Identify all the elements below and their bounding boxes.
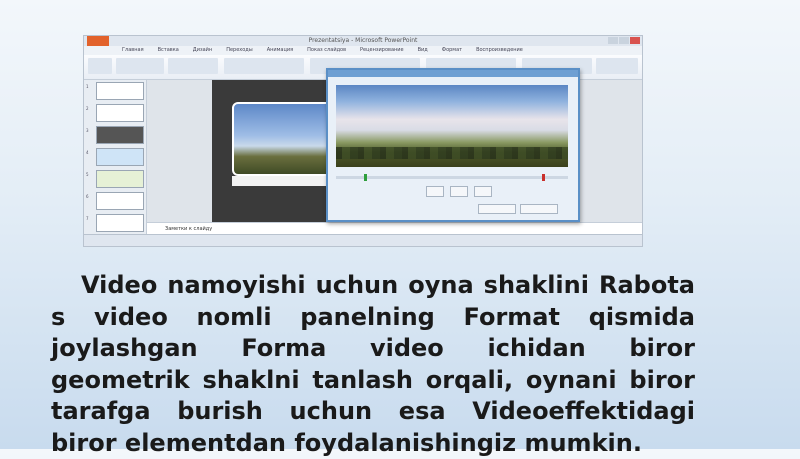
- tab-insert[interactable]: Вставка: [158, 46, 179, 55]
- tab-design[interactable]: Дизайн: [193, 46, 212, 55]
- powerpoint-screenshot: Prezentatsiya - Microsoft PowerPoint Гла…: [83, 35, 643, 247]
- dialog-header: [328, 77, 578, 85]
- thumb-number: 1: [86, 84, 89, 89]
- slide-thumbnail[interactable]: [96, 82, 144, 100]
- slide-thumbnail[interactable]: [96, 104, 144, 122]
- file-tab[interactable]: [87, 36, 109, 46]
- window-titlebar: Prezentatsiya - Microsoft PowerPoint: [84, 36, 642, 46]
- slide-thumbnails: 1 2 3 4 5 6 7: [84, 80, 147, 246]
- previous-frame-button[interactable]: [426, 186, 444, 197]
- next-frame-button[interactable]: [474, 186, 492, 197]
- ribbon-group[interactable]: [88, 58, 112, 74]
- dialog-footer: [478, 204, 558, 214]
- dialog-titlebar: [328, 70, 578, 77]
- playback-buttons: [426, 186, 492, 197]
- close-icon[interactable]: [630, 37, 640, 44]
- ribbon-group[interactable]: [596, 58, 638, 74]
- tab-transitions[interactable]: Переходы: [226, 46, 253, 55]
- slide-thumbnail[interactable]: [96, 170, 144, 188]
- tab-format[interactable]: Формат: [442, 46, 462, 55]
- thumb-number: 2: [86, 106, 89, 111]
- slide-video-controls[interactable]: [232, 176, 332, 186]
- ribbon-group[interactable]: [224, 58, 304, 74]
- maximize-icon[interactable]: [619, 37, 629, 44]
- status-bar: [84, 234, 642, 246]
- cancel-button[interactable]: [520, 204, 558, 214]
- tab-animation[interactable]: Анимация: [267, 46, 293, 55]
- minimize-icon[interactable]: [608, 37, 618, 44]
- trim-controls: [336, 172, 568, 202]
- slide-thumbnail[interactable]: [96, 192, 144, 210]
- ribbon-group[interactable]: [168, 58, 218, 74]
- ok-button[interactable]: [478, 204, 516, 214]
- ribbon-tabs: Главная Вставка Дизайн Переходы Анимация…: [84, 46, 642, 55]
- play-button[interactable]: [450, 186, 468, 197]
- notes-placeholder: Заметки к слайду: [165, 226, 213, 232]
- start-marker-handle[interactable]: [364, 174, 367, 181]
- window-title: Prezentatsiya - Microsoft PowerPoint: [308, 37, 418, 44]
- slide-video-frame[interactable]: [232, 102, 336, 176]
- dialog-video-preview[interactable]: [336, 85, 568, 167]
- video-treeline: [336, 147, 568, 159]
- slide-thumbnail[interactable]: [96, 126, 144, 144]
- end-marker-handle[interactable]: [542, 174, 545, 181]
- slide-thumbnail[interactable]: [96, 214, 144, 232]
- tab-slideshow[interactable]: Показ слайдов: [307, 46, 346, 55]
- slide-thumbnail[interactable]: [96, 148, 144, 166]
- slide-caption: Video namoyishi uchun oyna shaklini Rabo…: [51, 271, 695, 457]
- tab-playback[interactable]: Воспроизведение: [476, 46, 523, 55]
- thumb-number: 5: [86, 172, 89, 177]
- trim-video-dialog: [326, 68, 580, 222]
- tab-view[interactable]: Вид: [418, 46, 428, 55]
- window-controls: [608, 37, 640, 44]
- thumb-number: 7: [86, 216, 89, 221]
- trim-track[interactable]: [336, 176, 568, 179]
- thumb-number: 3: [86, 128, 89, 133]
- thumb-number: 4: [86, 150, 89, 155]
- ribbon-group[interactable]: [116, 58, 164, 74]
- notes-pane[interactable]: Заметки к слайду: [147, 222, 642, 234]
- tab-review[interactable]: Рецензирование: [360, 46, 404, 55]
- tab-home[interactable]: Главная: [122, 46, 144, 55]
- thumb-number: 6: [86, 194, 89, 199]
